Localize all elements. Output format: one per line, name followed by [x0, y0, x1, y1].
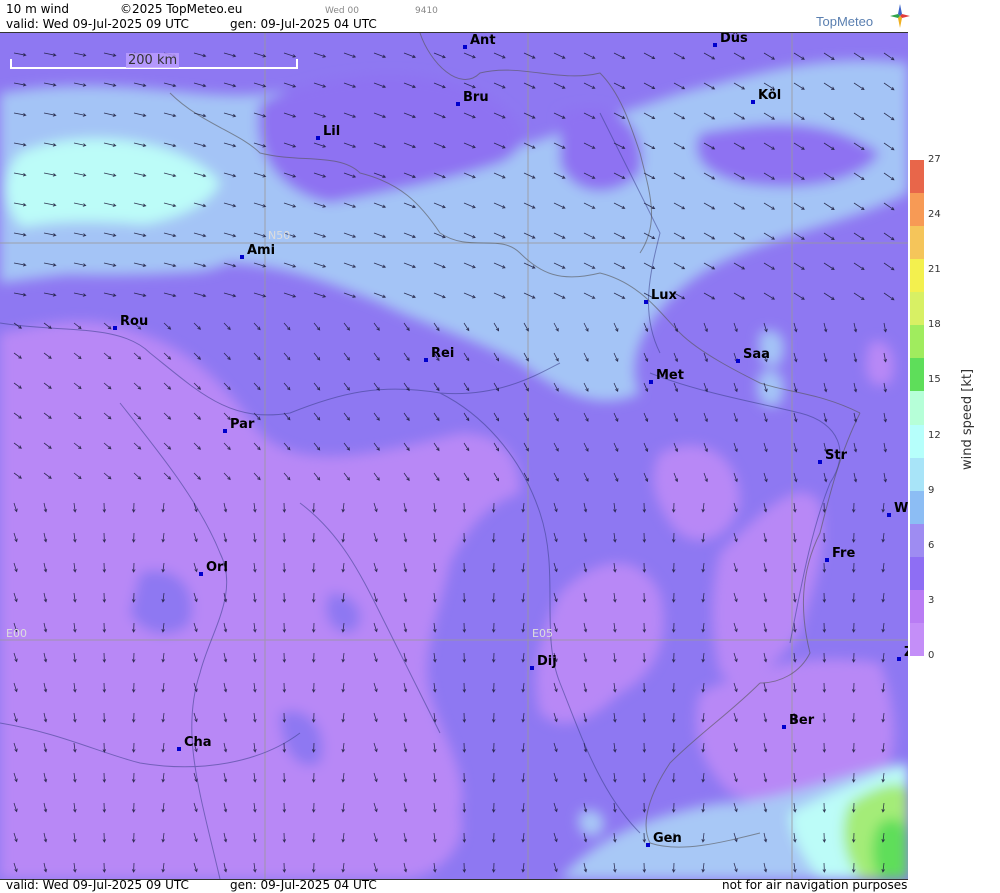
footer-disclaimer: not for air navigation purposes — [722, 878, 908, 892]
city-ant[interactable]: Ant — [463, 33, 496, 49]
city-ami[interactable]: Ami — [240, 243, 276, 259]
legend-color-step — [910, 523, 924, 558]
legend-tick-label: 9 — [928, 484, 935, 496]
grid-label-n50: N50 — [268, 229, 291, 242]
logo-text: TopMeteo — [816, 14, 874, 29]
legend-color-step — [910, 193, 924, 227]
scale-bar-label: 200 km — [126, 53, 180, 68]
wind-map[interactable]: 200 km N50 E00 E05 Ant Düs Bru Köl Lil A… — [0, 32, 908, 880]
city-rei[interactable]: Rei — [424, 346, 455, 362]
city-label: Lil — [323, 124, 341, 139]
city-label: Lux — [651, 288, 677, 303]
city-label: Cha — [184, 735, 212, 750]
legend-color-step — [910, 589, 924, 624]
city-dus[interactable]: Düs — [713, 32, 748, 47]
generated-time: gen: 09-Jul-2025 04 UTC — [230, 17, 377, 31]
legend-color-step — [910, 622, 924, 657]
city-kol[interactable]: Köl — [751, 88, 782, 104]
city-bru[interactable]: Bru — [456, 90, 489, 106]
city-fre[interactable]: Fre — [825, 546, 856, 562]
city-label: Ber — [789, 713, 815, 728]
grid-label-e05: E05 — [532, 627, 553, 640]
city-cha[interactable]: Cha — [177, 735, 212, 751]
city-label: Rei — [431, 346, 455, 361]
city-z[interactable]: Z — [897, 645, 908, 661]
legend-color-step — [910, 490, 924, 525]
city-label: Köl — [758, 88, 782, 103]
city-label: Dij — [537, 654, 557, 669]
city-label: Met — [656, 368, 684, 383]
city-label: Ami — [247, 243, 276, 258]
legend-color-step — [910, 391, 924, 426]
city-label: Orl — [206, 560, 228, 575]
legend-tick-label: 15 — [928, 374, 941, 386]
city-label: Düs — [720, 32, 748, 46]
legend-tick-label: 3 — [928, 594, 935, 606]
valid-time: valid: Wed 09-Jul-2025 09 UTC — [6, 17, 189, 31]
city-label: Bru — [463, 90, 489, 105]
legend-color-step — [910, 424, 924, 459]
legend-tick-label: 21 — [928, 264, 941, 276]
legend-tick-label: 6 — [928, 539, 935, 551]
grid-label-e00: E00 — [6, 627, 27, 640]
legend-color-step — [910, 556, 924, 591]
city-label: Par — [230, 417, 255, 432]
wind-speed-legend — [910, 160, 924, 657]
map-title: 10 m wind — [6, 2, 69, 16]
city-ber[interactable]: Ber — [782, 713, 815, 729]
legend-color-step — [910, 292, 924, 326]
legend-tick-label: 12 — [928, 429, 941, 441]
legend-tick-label: 27 — [928, 154, 941, 165]
legend-color-step — [910, 457, 924, 492]
scale-bar: 200 km — [10, 53, 298, 71]
topmeteo-logo[interactable]: TopMeteo — [816, 4, 912, 32]
city-gen[interactable]: Gen — [646, 831, 682, 847]
city-w[interactable]: W — [887, 501, 908, 517]
city-str[interactable]: Str — [818, 448, 847, 464]
city-label: Str — [825, 448, 847, 463]
legend-color-step — [910, 226, 924, 260]
city-rou[interactable]: Rou — [113, 314, 149, 330]
legend-color-step — [910, 259, 924, 293]
city-dij[interactable]: Dij — [530, 654, 557, 670]
city-met[interactable]: Met — [649, 368, 684, 384]
city-label: Gen — [653, 831, 682, 846]
city-orl[interactable]: Orl — [199, 560, 228, 576]
city-label: Fre — [832, 546, 856, 561]
legend-tick-label: 24 — [928, 209, 941, 221]
legend-title: wind speed [kt] — [960, 368, 975, 470]
city-label: Ant — [470, 33, 496, 48]
legend-tick-label: 18 — [928, 319, 941, 331]
legend-color-step — [910, 160, 924, 194]
city-label: Z — [904, 645, 908, 660]
city-label: W — [894, 501, 908, 516]
run-code: 9410 — [415, 6, 438, 16]
footer-generated-time: gen: 09-Jul-2025 04 UTC — [230, 878, 377, 892]
copyright: ©2025 TopMeteo.eu — [120, 2, 243, 16]
legend-tick-label: 0 — [928, 650, 935, 661]
legend-color-step — [910, 358, 924, 392]
footer-valid-time: valid: Wed 09-Jul-2025 09 UTC — [6, 878, 189, 892]
legend-color-step — [910, 325, 924, 359]
run-label: Wed 00 — [325, 6, 359, 16]
city-saa[interactable]: Saa — [736, 347, 770, 363]
city-lil[interactable]: Lil — [316, 124, 341, 140]
city-lux[interactable]: Lux — [644, 288, 677, 304]
wind-field-canvas — [0, 33, 908, 879]
city-par[interactable]: Par — [223, 417, 255, 433]
city-label: Rou — [120, 314, 149, 329]
city-label: Saa — [743, 347, 770, 362]
compass-star-icon — [890, 4, 910, 28]
